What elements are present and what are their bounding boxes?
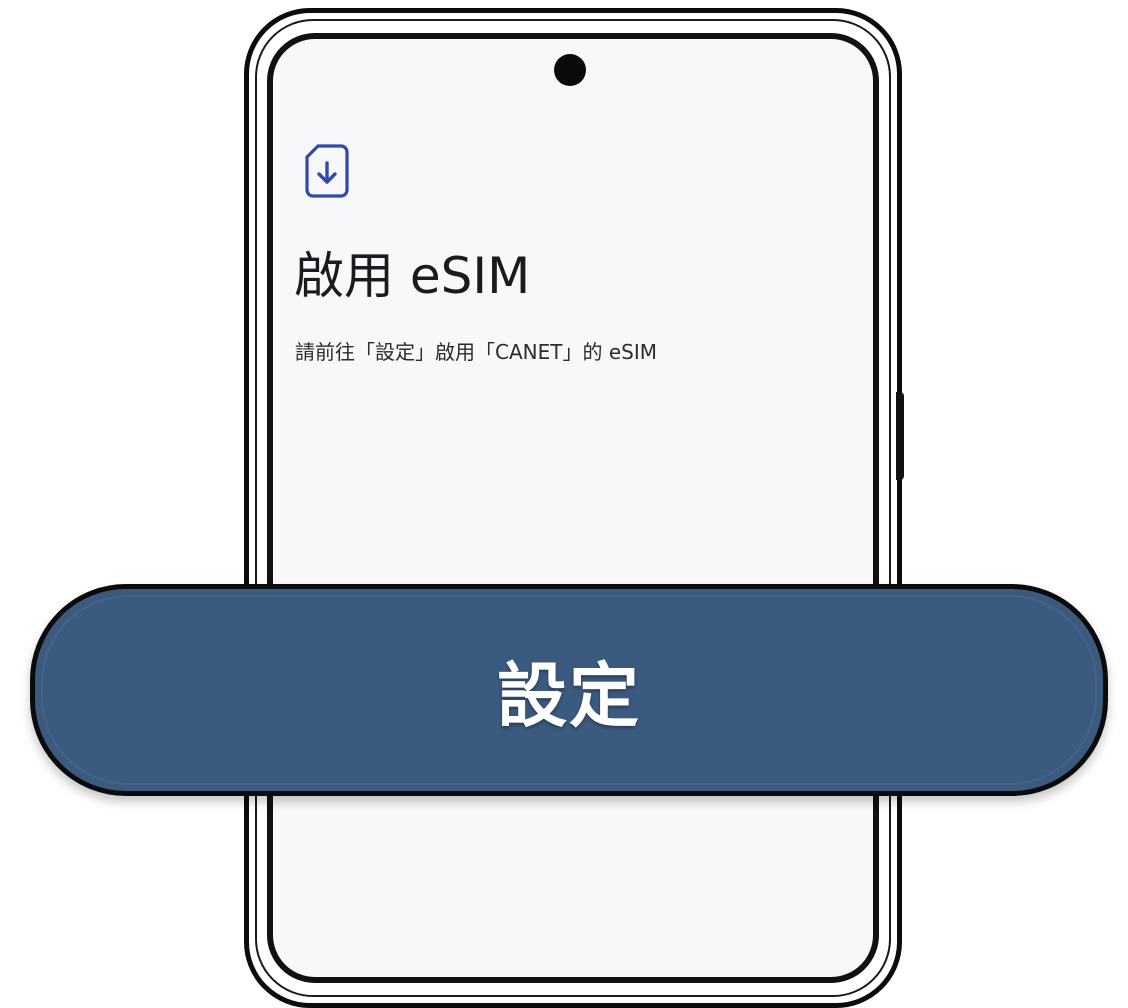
phone-bezel <box>255 19 891 997</box>
instruction-text: 請前往「設定」啟用「CANET」的 eSIM <box>295 340 657 364</box>
phone-screen <box>267 33 879 983</box>
settings-button[interactable]: 設定 <box>30 584 1108 796</box>
esim-download-icon <box>305 144 349 198</box>
page-title: 啟用 eSIM <box>294 247 531 305</box>
front-camera <box>554 54 586 86</box>
settings-button-label: 設定 <box>497 654 641 737</box>
phone-side-button <box>896 392 904 480</box>
